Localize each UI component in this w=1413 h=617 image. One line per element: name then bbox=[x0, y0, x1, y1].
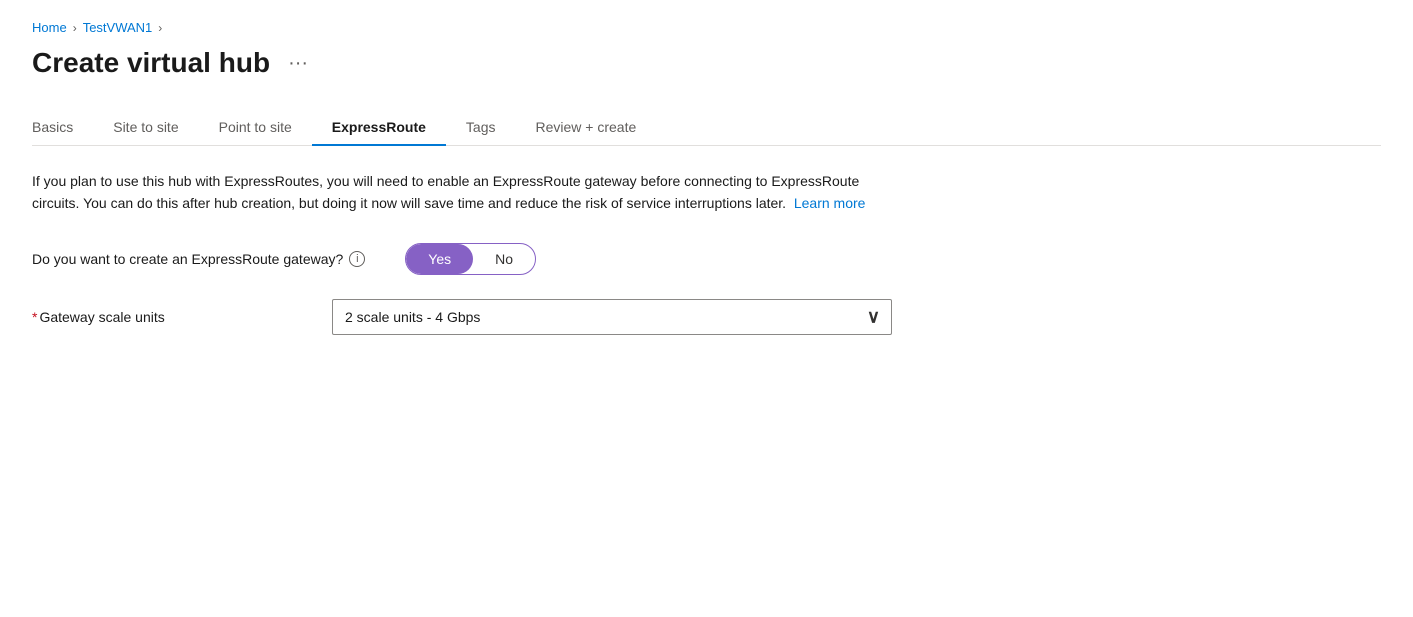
dropdown-chevron-icon: ∨ bbox=[867, 306, 880, 327]
page-header: Create virtual hub ··· bbox=[32, 47, 1381, 79]
tab-review-create[interactable]: Review + create bbox=[516, 109, 657, 145]
tab-expressroute[interactable]: ExpressRoute bbox=[312, 109, 446, 145]
scale-units-dropdown-container: 2 scale units - 4 Gbps ∨ bbox=[332, 299, 892, 335]
gateway-question-label: Do you want to create an ExpressRoute ga… bbox=[32, 251, 365, 267]
breadcrumb-separator-2: › bbox=[158, 21, 162, 35]
gateway-toggle-row: Do you want to create an ExpressRoute ga… bbox=[32, 243, 1381, 275]
ellipsis-menu-button[interactable]: ··· bbox=[282, 50, 314, 77]
scale-units-dropdown[interactable]: 2 scale units - 4 Gbps ∨ bbox=[332, 299, 892, 335]
toggle-no-button[interactable]: No bbox=[473, 244, 535, 274]
breadcrumb-home[interactable]: Home bbox=[32, 20, 67, 35]
scale-units-label: *Gateway scale units bbox=[32, 309, 292, 325]
tab-basics[interactable]: Basics bbox=[32, 109, 93, 145]
breadcrumb-separator-1: › bbox=[73, 21, 77, 35]
gateway-scale-units-row: *Gateway scale units 2 scale units - 4 G… bbox=[32, 299, 1381, 335]
page-title: Create virtual hub bbox=[32, 47, 270, 79]
gateway-toggle[interactable]: Yes No bbox=[405, 243, 536, 275]
tab-point-to-site[interactable]: Point to site bbox=[199, 109, 312, 145]
breadcrumb: Home › TestVWAN1 › bbox=[32, 20, 1381, 35]
tabs-container: Basics Site to site Point to site Expres… bbox=[32, 109, 1381, 146]
learn-more-link[interactable]: Learn more bbox=[794, 195, 866, 211]
tab-site-to-site[interactable]: Site to site bbox=[93, 109, 198, 145]
tab-tags[interactable]: Tags bbox=[446, 109, 516, 145]
description-text: If you plan to use this hub with Express… bbox=[32, 170, 892, 215]
required-star: * bbox=[32, 309, 37, 325]
gateway-info-icon[interactable]: i bbox=[349, 251, 365, 267]
toggle-yes-button[interactable]: Yes bbox=[406, 244, 473, 274]
breadcrumb-testvwan1[interactable]: TestVWAN1 bbox=[83, 20, 153, 35]
